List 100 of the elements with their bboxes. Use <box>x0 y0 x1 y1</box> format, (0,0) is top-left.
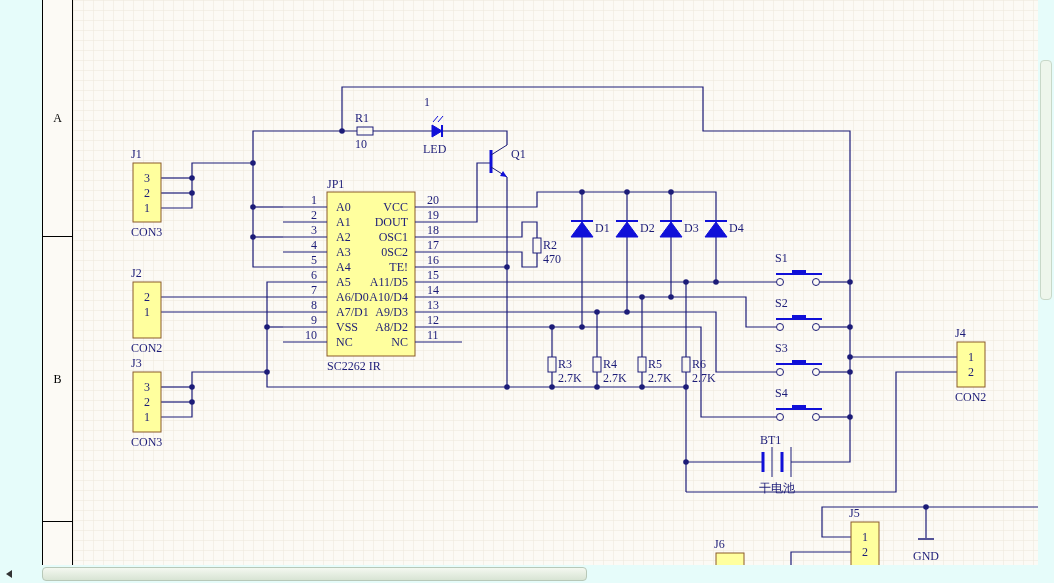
junction-dot <box>668 294 674 300</box>
junction-dot <box>250 204 256 210</box>
pin-number: 18 <box>427 223 439 237</box>
component-value: CON3 <box>131 225 163 239</box>
pin-line <box>414 266 463 268</box>
component-designator: J3 <box>131 356 142 370</box>
junction-dot <box>639 294 645 300</box>
push-button-switch-symbol <box>775 315 823 331</box>
push-button-switch-symbol <box>775 360 823 376</box>
junction-dot <box>264 369 270 375</box>
component-designator: J2 <box>131 266 142 280</box>
pin-line <box>414 311 463 313</box>
pin-number: 11 <box>427 328 439 342</box>
pin-number: 8 <box>311 298 317 312</box>
component-value: 2.7K <box>603 371 627 385</box>
junction-dot <box>339 128 345 134</box>
pin-line <box>414 236 463 238</box>
pin-number: 20 <box>427 193 439 207</box>
component-designator: R5 <box>648 357 662 371</box>
junction-dot <box>504 264 510 270</box>
pin-line <box>282 311 328 313</box>
diode-symbol <box>615 220 639 238</box>
junction-dot <box>579 324 585 330</box>
component-designator: J6 <box>714 537 725 551</box>
scrollbar-thumb[interactable] <box>1040 60 1052 300</box>
push-button-switch-symbol <box>775 270 823 286</box>
pin-name: A0 <box>336 200 351 214</box>
junction-dot <box>668 189 674 195</box>
component-designator: J4 <box>955 326 966 340</box>
pin-line <box>282 236 328 238</box>
pin-number: 4 <box>311 238 317 252</box>
pin-number: 1 <box>968 350 974 364</box>
pin-number: 3 <box>311 223 317 237</box>
led-symbol <box>431 115 444 138</box>
pin-number: 2 <box>968 365 974 379</box>
resistor-symbol <box>547 356 557 373</box>
component-value: CON2 <box>955 390 987 404</box>
connector-body <box>132 371 162 433</box>
component-designator: J5 <box>849 506 860 520</box>
component-designator: D4 <box>729 221 744 235</box>
pin-number: 3 <box>144 380 150 394</box>
pin-number: 1 <box>144 201 150 215</box>
pin-name: 0SC2 <box>381 245 408 259</box>
pin-name: NC <box>336 335 353 349</box>
zone-label: B <box>53 371 62 388</box>
pin-line <box>414 296 463 298</box>
zone-label: A <box>53 110 62 127</box>
pin-name: DOUT <box>374 215 408 229</box>
junction-dot <box>847 369 853 375</box>
component-value: CON3 <box>131 435 163 449</box>
pin-line <box>414 326 463 328</box>
junction-dot <box>683 459 689 465</box>
net-label: GND <box>913 549 939 563</box>
pin-name: TE! <box>389 260 408 274</box>
component-value: 2.7K <box>648 371 672 385</box>
junction-dot <box>189 175 195 181</box>
pin-number: 5 <box>311 253 317 267</box>
resistor-symbol <box>681 356 691 373</box>
component-designator: 1 <box>424 95 430 109</box>
component-designator: J1 <box>131 147 142 161</box>
pin-name: A6/D0 <box>336 290 369 304</box>
pin-number: 1 <box>862 530 868 544</box>
junction-dot <box>624 189 630 195</box>
component-value: 470 <box>543 252 561 266</box>
junction-dot <box>250 160 256 166</box>
junction-dot <box>847 414 853 420</box>
pin-line <box>414 341 463 343</box>
scrollbar-thumb[interactable] <box>42 567 587 581</box>
pin-line <box>414 251 463 253</box>
pin-number: 1 <box>144 305 150 319</box>
component-designator: R2 <box>543 238 557 252</box>
pin-line <box>414 281 463 283</box>
pin-line <box>282 281 328 283</box>
pin-line <box>282 326 328 328</box>
connector-body <box>956 341 986 388</box>
junction-dot <box>713 279 719 285</box>
resistor-symbol <box>637 356 647 373</box>
diode-symbol <box>659 220 683 238</box>
junction-dot <box>624 309 630 315</box>
junction-dot <box>189 399 195 405</box>
component-designator: S2 <box>775 296 788 310</box>
pin-number: 2 <box>144 186 150 200</box>
pin-line <box>282 206 328 208</box>
component-designator: D1 <box>595 221 610 235</box>
component-value: LED <box>423 142 447 156</box>
diode-symbol <box>704 220 728 238</box>
junction-dot <box>639 384 645 390</box>
resistor-symbol <box>356 126 374 136</box>
junction-dot <box>847 279 853 285</box>
pin-name: A4 <box>336 260 351 274</box>
pin-name: VCC <box>383 200 408 214</box>
junction-dot <box>549 324 555 330</box>
pin-number: 16 <box>427 253 439 267</box>
wire <box>790 551 852 565</box>
pin-number: 2 <box>144 395 150 409</box>
junction-dot <box>579 189 585 195</box>
pin-line <box>282 296 328 298</box>
resistor-symbol <box>532 237 542 254</box>
pin-name: A9/D3 <box>375 305 408 319</box>
scroll-left-icon[interactable] <box>6 570 12 578</box>
